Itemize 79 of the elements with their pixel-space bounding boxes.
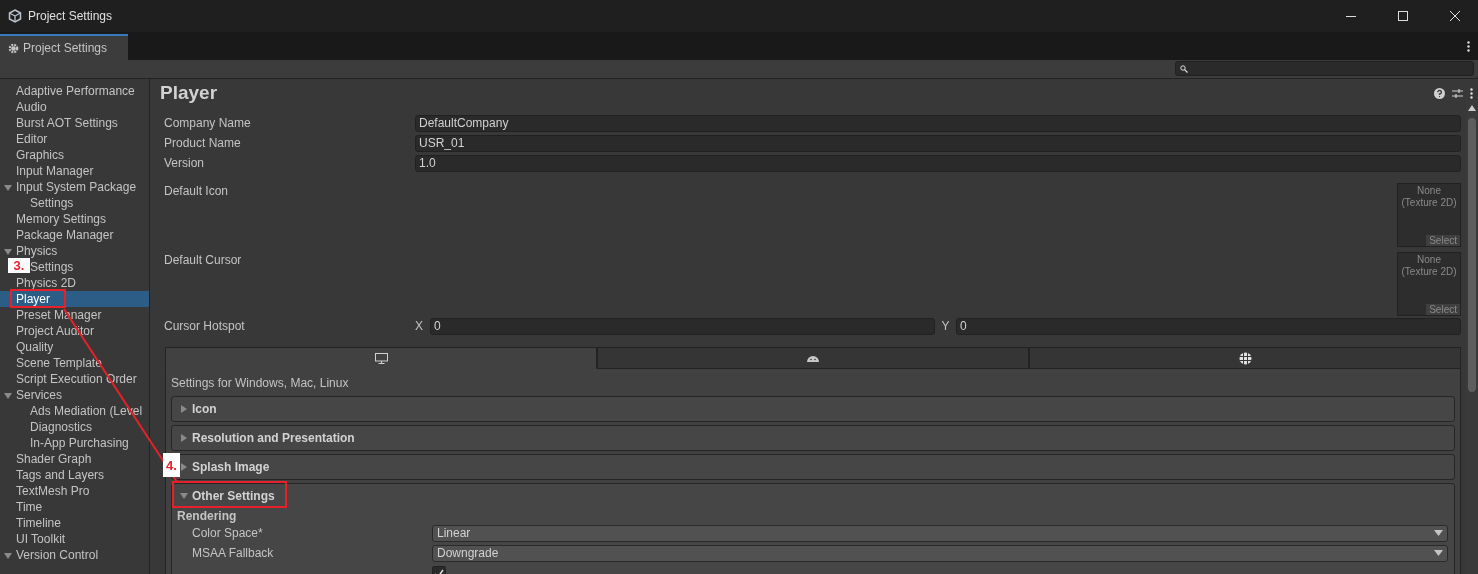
texture-slot[interactable]: None (Texture 2D) Select <box>1397 183 1461 247</box>
sidebar-item[interactable]: Quality <box>0 339 149 355</box>
number-field[interactable]: 0 <box>430 317 935 335</box>
sidebar-item[interactable]: In-App Purchasing <box>30 435 149 451</box>
sidebar-item[interactable]: Input System Package <box>0 179 149 195</box>
text-field[interactable]: DefaultCompany <box>415 114 1461 132</box>
search-icon <box>1180 64 1188 73</box>
sidebar-item[interactable]: UI Toolkit <box>0 531 149 547</box>
axis-label: X <box>415 319 424 333</box>
sidebar-item[interactable]: Timeline <box>0 515 149 531</box>
collapsed-triangle-icon <box>180 463 188 471</box>
field-label: Default Cursor <box>164 252 243 267</box>
sidebar-item[interactable]: Editor <box>0 131 149 147</box>
number-field[interactable]: 0 <box>956 317 1461 335</box>
sidebar-item[interactable]: Physics <box>0 243 149 259</box>
search-field[interactable] <box>1175 61 1474 76</box>
expanded-triangle-icon[interactable] <box>4 552 12 560</box>
maximize-icon <box>1398 11 1408 21</box>
sidebar-item[interactable]: Adaptive Performance <box>0 83 149 99</box>
dropdown[interactable]: Linear <box>432 524 1448 542</box>
more-options-icon[interactable] <box>1470 87 1473 99</box>
sidebar-item[interactable]: Shader Graph <box>0 451 149 467</box>
field-label: Default Icon <box>164 183 230 198</box>
sidebar-item[interactable]: Diagnostics <box>30 419 149 435</box>
collapsed-triangle-icon <box>180 434 188 442</box>
sidebar-item[interactable]: Settings <box>30 195 149 211</box>
sidebar-item[interactable]: Package Manager <box>0 227 149 243</box>
caret-icon <box>1434 530 1443 536</box>
field-label: Cursor Hotspot <box>164 319 246 333</box>
caret-icon <box>1434 550 1443 556</box>
window-title: Project Settings <box>28 9 114 23</box>
sidebar-item[interactable]: Input Manager <box>0 163 149 179</box>
android-icon <box>807 354 819 362</box>
step-label: 4. <box>163 453 180 477</box>
editor-tab[interactable]: Project Settings <box>0 34 128 60</box>
help-icon[interactable] <box>1434 87 1445 99</box>
field-label: Color Space* <box>192 526 264 540</box>
close-icon <box>1450 11 1460 21</box>
section-header[interactable]: Splash Image <box>180 459 272 475</box>
sidebar-item[interactable]: Time <box>0 499 149 515</box>
sidebar-item[interactable]: Services <box>0 387 149 403</box>
sidebar-item[interactable]: Burst AOT Settings <box>0 115 149 131</box>
text-field[interactable]: 1.0 <box>415 154 1461 172</box>
globe-icon <box>1238 351 1252 365</box>
section-header[interactable]: Other Settings <box>180 488 277 504</box>
sidebar-item[interactable]: Audio <box>0 99 149 115</box>
texture-slot[interactable]: None (Texture 2D) Select <box>1397 252 1461 316</box>
unity-logo-icon <box>8 9 22 23</box>
expanded-triangle-icon[interactable] <box>4 184 12 192</box>
field-label: Version <box>164 156 206 170</box>
field-label: Company Name <box>164 116 252 130</box>
sidebar-item[interactable]: Memory Settings <box>0 211 149 227</box>
axis-label: Y <box>940 319 951 333</box>
platform-caption: Settings for Windows, Mac, Linux <box>171 375 350 391</box>
page-title: Player <box>160 82 218 104</box>
text-field[interactable]: USR_01 <box>415 134 1461 152</box>
highlight-frame <box>10 289 66 308</box>
field-label: Product Name <box>164 136 242 150</box>
group-heading: Rendering <box>176 509 238 523</box>
sidebar-item[interactable]: Player <box>0 291 149 307</box>
gear-icon <box>8 42 19 54</box>
step-label: 3. <box>8 258 30 273</box>
expanded-triangle-icon <box>180 492 188 500</box>
sidebar-item[interactable]: Graphics <box>0 147 149 163</box>
dropdown[interactable]: Downgrade <box>432 544 1448 562</box>
field-label: MSAA Fallback <box>192 546 275 560</box>
monitor-icon <box>374 352 388 364</box>
section-header[interactable]: Resolution and Presentation <box>180 430 357 446</box>
sidebar-item[interactable]: Tags and Layers <box>0 467 149 483</box>
scroll-up-icon[interactable] <box>1468 105 1476 111</box>
section-header[interactable]: Icon <box>180 401 219 417</box>
sidebar-item[interactable]: Version Control <box>0 547 149 563</box>
expanded-triangle-icon[interactable] <box>4 248 12 256</box>
expanded-triangle-icon[interactable] <box>4 392 12 400</box>
collapsed-triangle-icon <box>180 405 188 413</box>
sidebar-item[interactable]: Settings <box>30 259 149 275</box>
sidebar-item[interactable]: TextMesh Pro <box>0 483 149 499</box>
sidebar-item[interactable]: Physics 2D <box>0 275 149 291</box>
sliders-icon[interactable] <box>1452 87 1463 99</box>
